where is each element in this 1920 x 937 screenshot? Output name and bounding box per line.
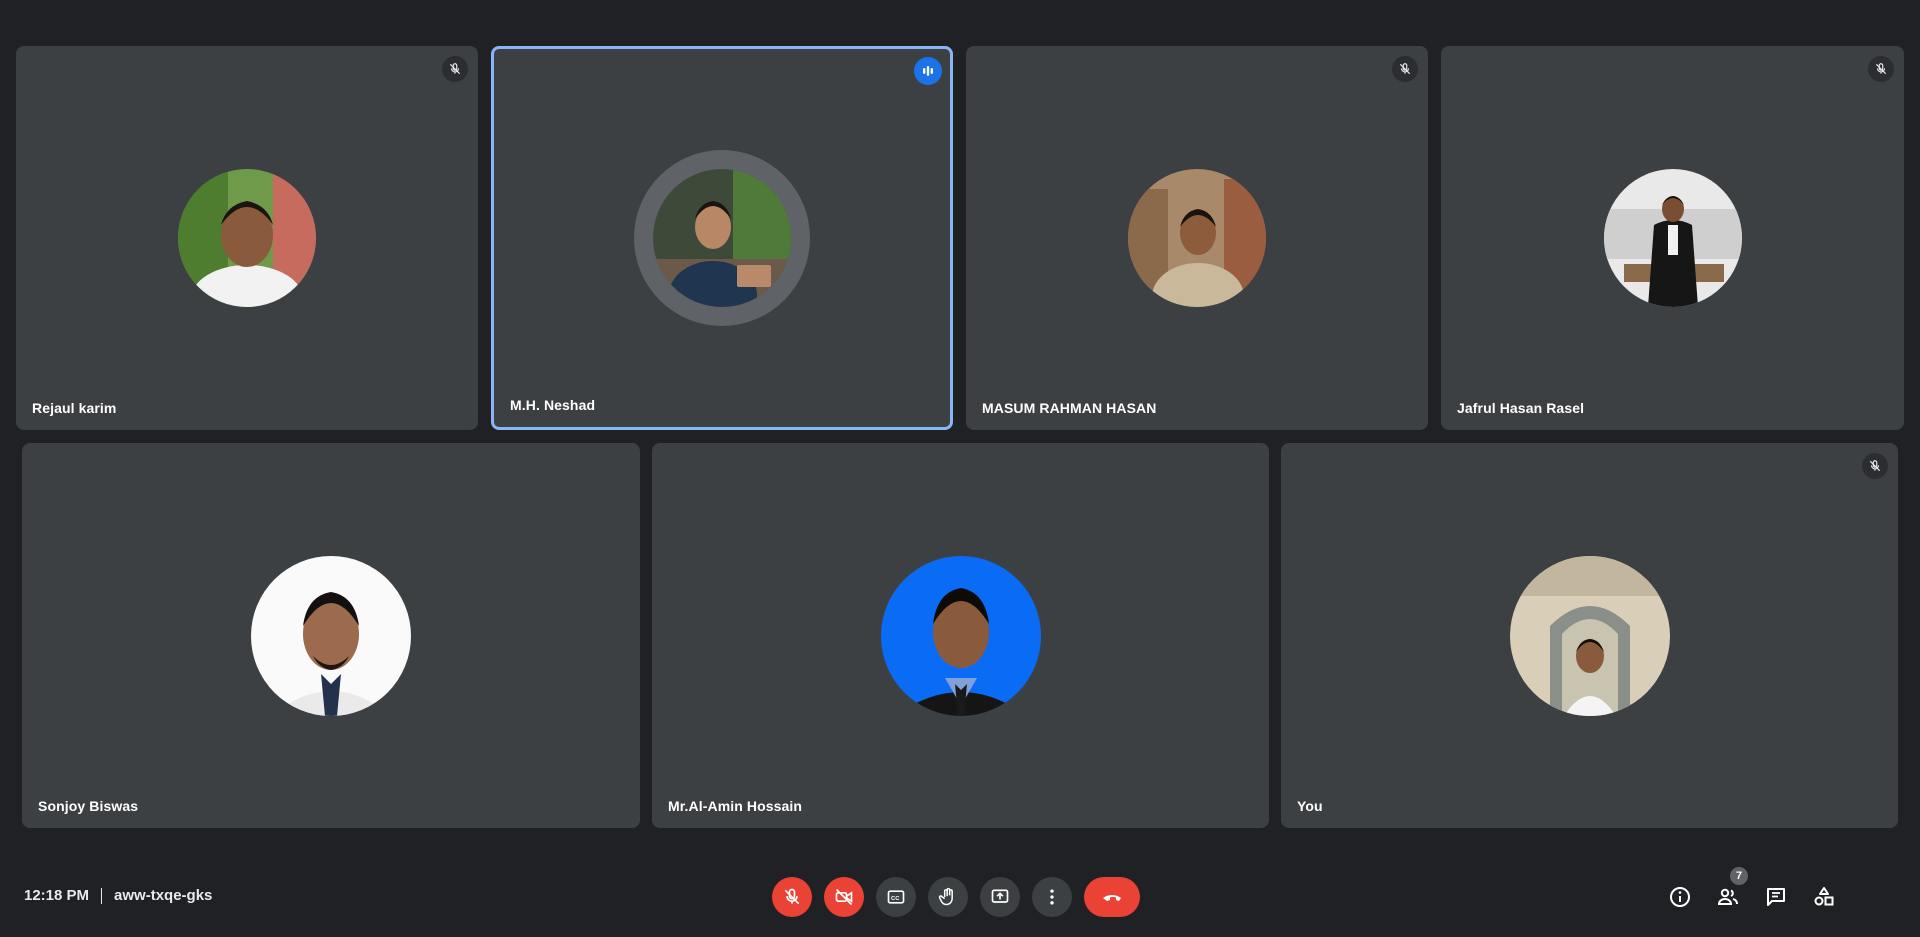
captions-button[interactable]: CC bbox=[876, 877, 916, 917]
avatar bbox=[634, 150, 810, 326]
end-call-icon bbox=[1103, 895, 1121, 901]
participant-tile-rejaul[interactable]: Rejaul karim bbox=[16, 46, 478, 430]
participant-name: MASUM RAHMAN HASAN bbox=[982, 400, 1157, 416]
toggle-mic-button[interactable] bbox=[772, 877, 812, 917]
participant-tile-masum[interactable]: MASUM RAHMAN HASAN bbox=[966, 46, 1428, 430]
avatar bbox=[1603, 169, 1742, 307]
mic-off-icon bbox=[1392, 56, 1418, 82]
participant-tile-you[interactable]: You bbox=[1281, 443, 1898, 828]
info-icon bbox=[1670, 887, 1690, 907]
participant-name: Rejaul karim bbox=[32, 400, 117, 416]
raise-hand-button[interactable] bbox=[928, 877, 968, 917]
participant-tile-sonjoy[interactable]: Sonjoy Biswas bbox=[22, 443, 640, 828]
mic-off-icon bbox=[1862, 453, 1888, 479]
present-screen-icon bbox=[991, 889, 1009, 903]
participant-name: You bbox=[1297, 798, 1323, 814]
end-call-button[interactable] bbox=[1084, 877, 1140, 917]
more-options-icon bbox=[1050, 889, 1054, 905]
raise-hand-icon bbox=[938, 887, 953, 906]
people-button[interactable]: 7 bbox=[1708, 867, 1748, 917]
call-controls-bar: 12:18 PM aww-txqe-gks CC 7 bbox=[0, 860, 1920, 937]
participant-tile-jafrul[interactable]: Jafrul Hasan Rasel bbox=[1441, 46, 1904, 430]
activities-icon bbox=[1814, 887, 1834, 906]
people-icon bbox=[1717, 888, 1738, 905]
divider bbox=[101, 887, 103, 904]
activities-button[interactable] bbox=[1804, 877, 1844, 917]
participant-tile-neshad[interactable]: M.H. Neshad bbox=[491, 46, 953, 430]
speaking-indicator-icon bbox=[914, 57, 942, 85]
mic-off-icon bbox=[784, 888, 800, 905]
camera-off-icon bbox=[835, 888, 853, 906]
meeting-code[interactable]: aww-txqe-gks bbox=[114, 887, 212, 904]
captions-icon: CC bbox=[887, 890, 905, 904]
call-controls: CC bbox=[772, 877, 1140, 917]
meeting-details-button[interactable] bbox=[1660, 877, 1700, 917]
meeting-info: 12:18 PM aww-txqe-gks bbox=[24, 887, 212, 904]
chat-button[interactable] bbox=[1756, 877, 1796, 917]
present-screen-button[interactable] bbox=[980, 877, 1020, 917]
chat-icon bbox=[1767, 888, 1785, 906]
avatar bbox=[880, 555, 1041, 716]
participant-name: Mr.Al-Amin Hossain bbox=[668, 798, 803, 814]
svg-text:CC: CC bbox=[891, 896, 900, 902]
side-panel-buttons: 7 bbox=[1660, 867, 1920, 917]
toggle-camera-button[interactable] bbox=[824, 877, 864, 917]
people-count-badge: 7 bbox=[1730, 867, 1748, 885]
more-options-button[interactable] bbox=[1032, 877, 1072, 917]
clock-time: 12:18 PM bbox=[24, 887, 90, 904]
participant-tile-alamin[interactable]: Mr.Al-Amin Hossain bbox=[652, 443, 1269, 828]
avatar bbox=[1509, 555, 1670, 716]
participant-name: M.H. Neshad bbox=[510, 397, 596, 413]
avatar bbox=[1128, 169, 1266, 307]
mic-off-icon bbox=[442, 56, 468, 82]
participant-name: Jafrul Hasan Rasel bbox=[1457, 400, 1585, 416]
mic-off-icon bbox=[1868, 56, 1894, 82]
meeting-stage: Rejaul karim M.H. Neshad MASUM RAHMAN HA… bbox=[0, 0, 1920, 937]
avatar bbox=[178, 169, 316, 307]
participant-name: Sonjoy Biswas bbox=[38, 798, 139, 814]
avatar bbox=[251, 555, 411, 716]
